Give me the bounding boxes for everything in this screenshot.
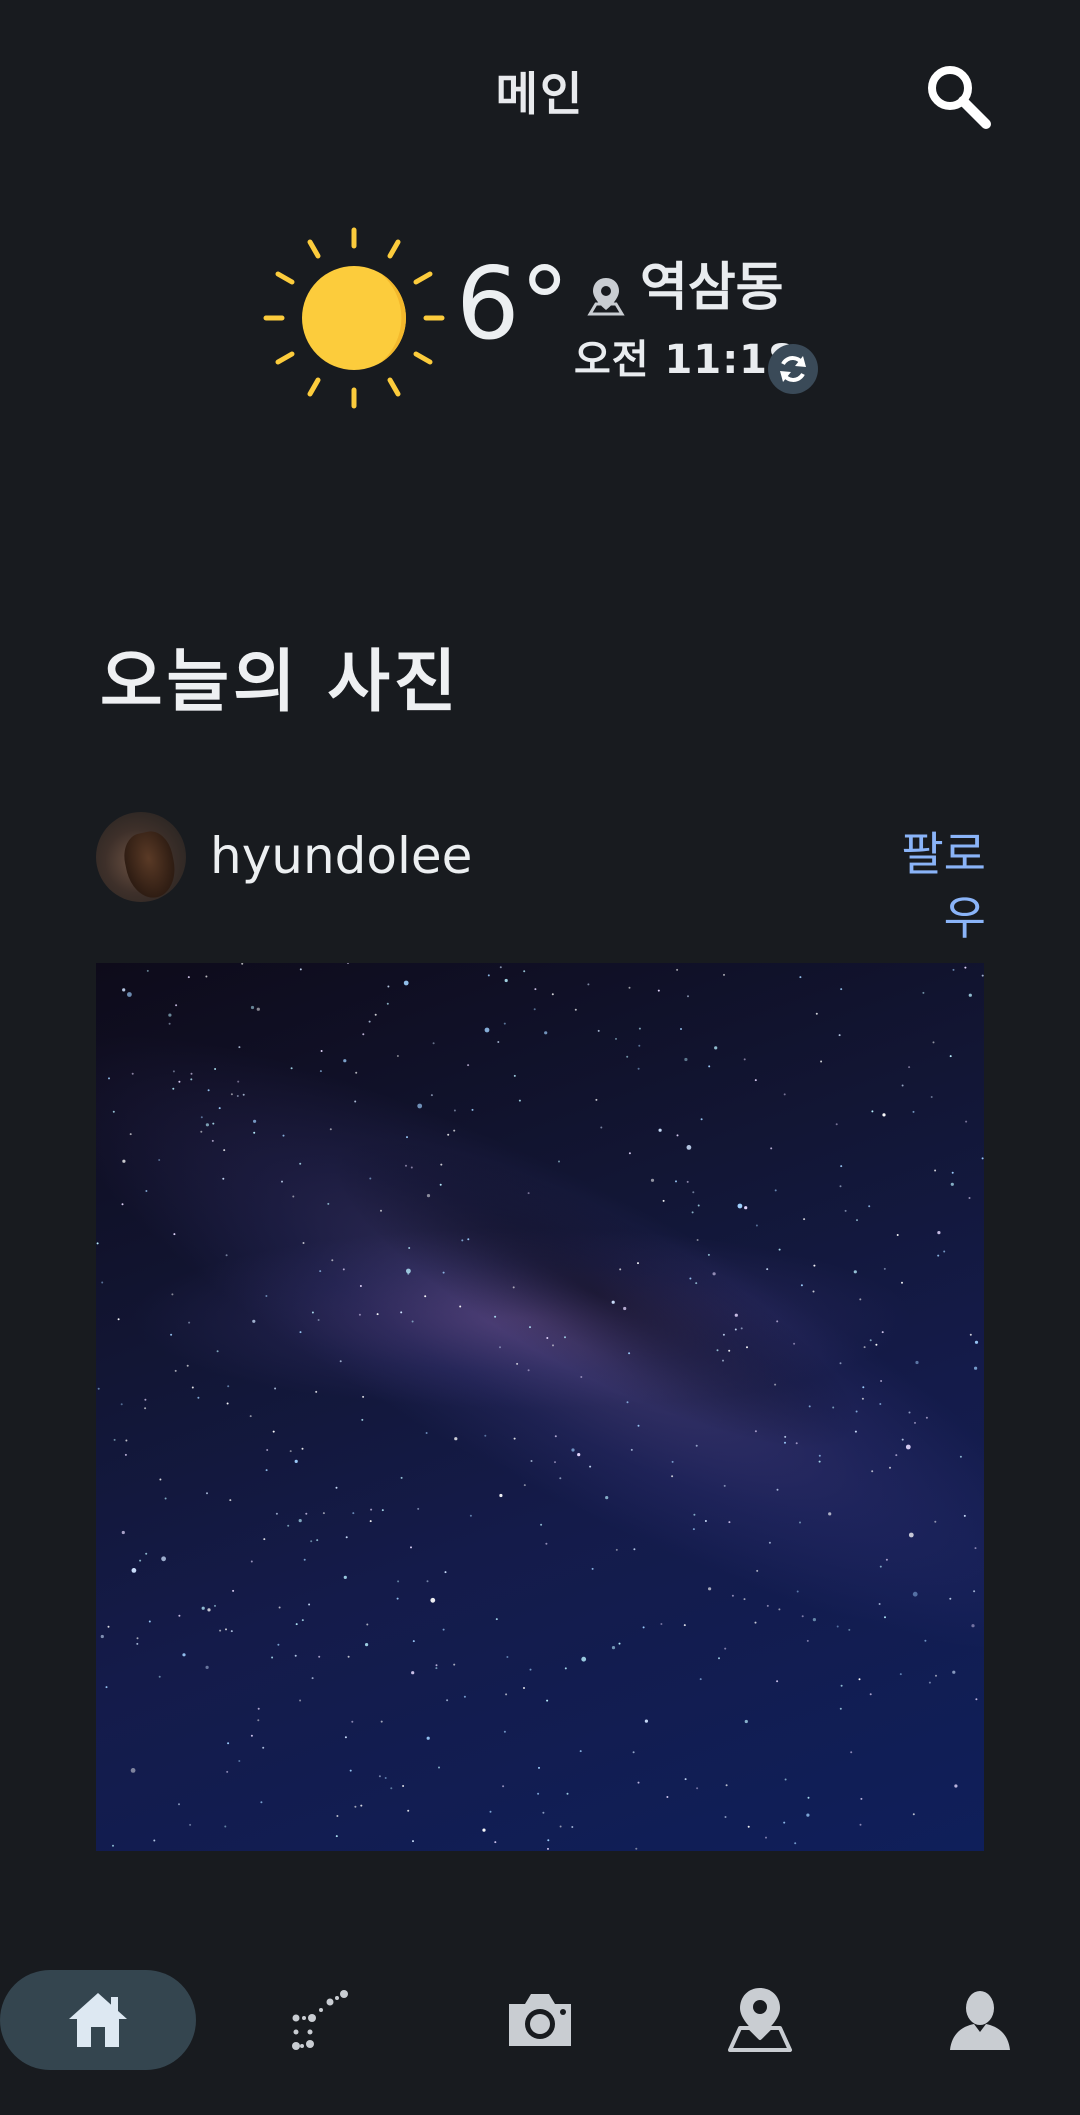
nav-camera[interactable] (480, 1970, 600, 2070)
search-button[interactable] (918, 56, 998, 136)
main-screen: 메인 6° 역삼동 오전 11:18 오늘의 사진 hyundolee 팔로우 (0, 0, 1080, 2115)
search-icon (928, 66, 991, 129)
profile-icon (950, 1991, 1010, 2050)
section-title: 오늘의 사진 (100, 643, 461, 722)
location-pin-icon (587, 278, 625, 316)
avatar[interactable] (96, 812, 186, 902)
refresh-button[interactable] (768, 344, 818, 394)
follow-button[interactable]: 팔로우 (860, 822, 986, 945)
photo-of-the-day[interactable] (96, 963, 984, 1851)
avatar-image (119, 827, 181, 902)
camera-icon (509, 1994, 571, 2046)
refresh-icon (780, 356, 806, 382)
home-icon (69, 1993, 127, 2047)
location-name: 역삼동 (640, 258, 784, 318)
bottom-navigation (0, 1970, 1080, 2070)
current-time: 오전 11:18 (574, 337, 797, 383)
nav-profile[interactable] (920, 1970, 1040, 2070)
sun-icon (263, 227, 445, 409)
star-field (96, 963, 984, 1850)
username[interactable]: hyundolee (210, 826, 472, 886)
temperature: 6° (456, 245, 570, 362)
map-pin-icon (728, 1988, 792, 2052)
nav-home[interactable] (0, 1970, 196, 2070)
constellation-icon (292, 1990, 348, 2050)
nav-constellation[interactable] (260, 1970, 380, 2070)
nav-map[interactable] (700, 1970, 820, 2070)
